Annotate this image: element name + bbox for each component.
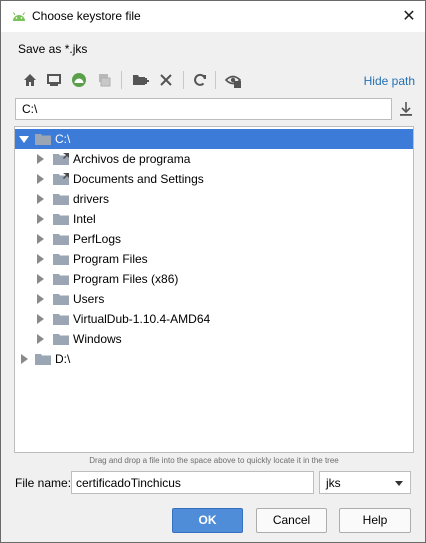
hide-path-link[interactable]: Hide path [364,74,415,88]
tree-label: D:\ [55,352,71,366]
expand-arrow-icon[interactable] [37,294,44,304]
tree-item[interactable]: Windows [15,329,413,349]
tree-root-c[interactable]: C:\ [15,129,413,149]
expand-arrow-icon[interactable] [37,314,44,324]
expand-arrow-icon[interactable] [37,174,44,184]
expand-arrow-icon[interactable] [21,354,28,364]
desktop-icon[interactable] [45,71,63,89]
expand-arrow-icon[interactable] [37,254,44,264]
toolbar-separator [121,71,122,89]
expand-arrow-icon[interactable] [37,334,44,344]
tree-item[interactable]: Users [15,289,413,309]
folder-icon [53,334,69,345]
expand-arrow-icon[interactable] [37,214,44,224]
folder-icon [53,173,69,185]
tree-item[interactable]: Intel [15,209,413,229]
path-field[interactable] [15,98,392,120]
toolbar-separator [215,71,216,89]
cancel-button[interactable]: Cancel [256,508,327,533]
extension-value: jks [326,476,341,490]
folder-icon [53,294,69,305]
drive-icon [35,354,51,365]
module-icon[interactable] [95,71,113,89]
dialog-subtitle: Save as *.jks [18,42,88,56]
android-icon [13,12,25,21]
tree-item[interactable]: PerfLogs [15,229,413,249]
tree-label: PerfLogs [73,232,122,246]
expand-arrow-icon[interactable] [37,154,44,164]
drag-drop-hint: Drag and drop a file into the space abov… [89,456,339,465]
tree-label: Windows [73,332,122,346]
tree-label: VirtualDub-1.10.4-AMD64 [73,312,211,326]
download-icon[interactable] [399,101,413,117]
refresh-icon[interactable] [191,71,209,89]
help-button[interactable]: Help [339,508,411,533]
file-tree[interactable]: C:\ Archivos de programa Documents and Se… [14,126,414,453]
show-hidden-icon[interactable] [224,71,242,89]
tree-label: drivers [73,192,110,206]
folder-icon [53,234,69,245]
file-name-input[interactable] [72,472,313,493]
tree-label: Users [73,292,105,306]
tree-item[interactable]: VirtualDub-1.10.4-AMD64 [15,309,413,329]
folder-icon [53,214,69,225]
close-icon[interactable]: ✕ [393,1,425,32]
file-name-field[interactable] [71,471,314,494]
tree-label: C:\ [55,132,71,146]
tree-item[interactable]: Program Files (x86) [15,269,413,289]
title-bar: Choose keystore file ✕ [1,1,425,32]
dialog-window: Choose keystore file ✕ Save as *.jks Hid… [0,0,426,543]
file-name-label: File name: [15,476,72,490]
folder-icon [53,153,69,165]
folder-icon [53,194,69,205]
tree-label: Program Files [73,252,148,266]
tree-label: Intel [73,212,96,226]
window-title: Choose keystore file [32,9,141,23]
expand-arrow-icon[interactable] [37,234,44,244]
chevron-down-icon [395,481,403,486]
tree-label: Archivos de programa [73,152,191,166]
tree-item[interactable]: Program Files [15,249,413,269]
project-icon[interactable] [70,71,88,89]
folder-icon [53,314,69,325]
folder-icon [53,274,69,285]
tree-root-d[interactable]: D:\ [15,349,413,369]
expand-arrow-icon[interactable] [37,194,44,204]
collapse-arrow-icon[interactable] [19,136,29,143]
expand-arrow-icon[interactable] [37,274,44,284]
tree-label: Program Files (x86) [73,272,179,286]
ok-button[interactable]: OK [172,508,243,533]
extension-select[interactable]: jks [319,471,411,494]
new-folder-icon[interactable] [131,71,149,89]
drive-icon [35,134,51,145]
tree-item[interactable]: drivers [15,189,413,209]
toolbar-separator [183,71,184,89]
tree-label: Documents and Settings [73,172,204,186]
folder-icon [53,254,69,265]
tree-item[interactable]: Documents and Settings [15,169,413,189]
delete-icon[interactable] [157,71,175,89]
toolbar: Hide path [15,67,415,95]
path-input[interactable] [16,99,391,119]
home-icon[interactable] [21,71,39,89]
tree-item[interactable]: Archivos de programa [15,149,413,169]
